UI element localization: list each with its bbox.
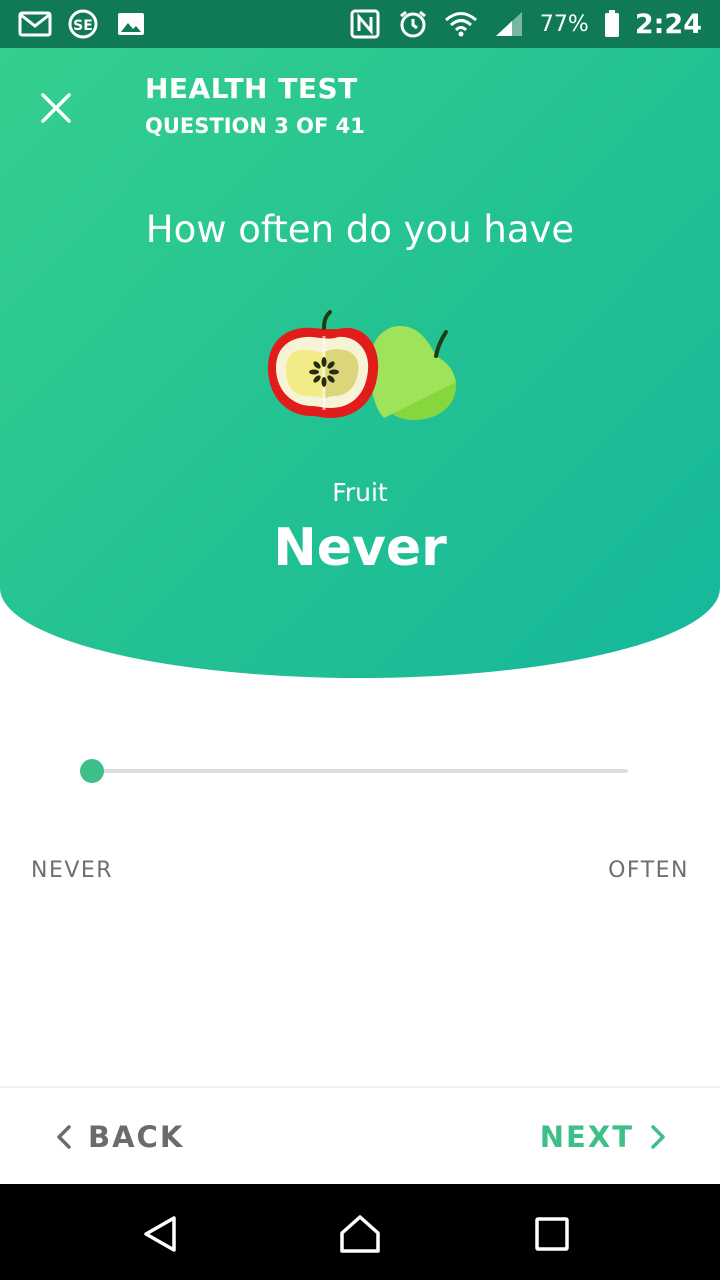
status-bar-right: 77% 2:24 [348, 9, 702, 40]
back-label: BACK [88, 1120, 185, 1154]
slider-max-label: OFTEN [608, 858, 689, 883]
next-label: NEXT [539, 1120, 634, 1154]
status-bar: SE 77% 2:24 [0, 0, 720, 48]
fruit-apple-pear-illustration [268, 310, 456, 420]
close-icon [41, 93, 71, 123]
page-title: HEALTH TEST [145, 72, 358, 105]
alarm-icon [396, 9, 430, 39]
item-name: Fruit [332, 478, 388, 507]
battery-percent: 77% [539, 11, 589, 37]
slider-thumb[interactable] [80, 759, 104, 783]
system-recents-button[interactable] [528, 1210, 576, 1258]
close-button[interactable] [30, 82, 82, 134]
home-icon [340, 1215, 380, 1253]
chevron-left-icon [57, 1125, 71, 1149]
battery-icon [603, 9, 621, 39]
recents-square-icon [535, 1217, 569, 1251]
signal-icon [492, 9, 526, 39]
status-bar-left: SE [18, 9, 148, 39]
svg-text:SE: SE [73, 18, 93, 34]
system-navigation-bar [0, 1184, 720, 1280]
question-prompt: How often do you have [145, 208, 575, 251]
nfc-icon [348, 9, 382, 39]
slider-track[interactable] [90, 769, 628, 773]
selected-answer: Never [273, 518, 447, 578]
back-button[interactable]: BACK [56, 1112, 184, 1162]
triangle-back-icon [144, 1216, 176, 1252]
question-header: HEALTH TEST QUESTION 3 OF 41 How often d… [0, 48, 720, 678]
system-back-button[interactable] [136, 1210, 184, 1258]
se-app-icon: SE [66, 9, 100, 39]
frequency-slider[interactable] [80, 758, 630, 784]
gmail-icon [18, 9, 52, 39]
system-home-button[interactable] [336, 1210, 384, 1258]
clock-time: 2:24 [634, 8, 702, 40]
footer-divider [0, 1086, 720, 1088]
gallery-icon [114, 9, 148, 39]
slider-min-label: NEVER [31, 858, 114, 883]
wifi-icon [444, 9, 478, 39]
next-button[interactable]: NEXT [540, 1112, 666, 1162]
chevron-right-icon [651, 1125, 665, 1149]
question-progress: QUESTION 3 OF 41 [145, 114, 365, 138]
